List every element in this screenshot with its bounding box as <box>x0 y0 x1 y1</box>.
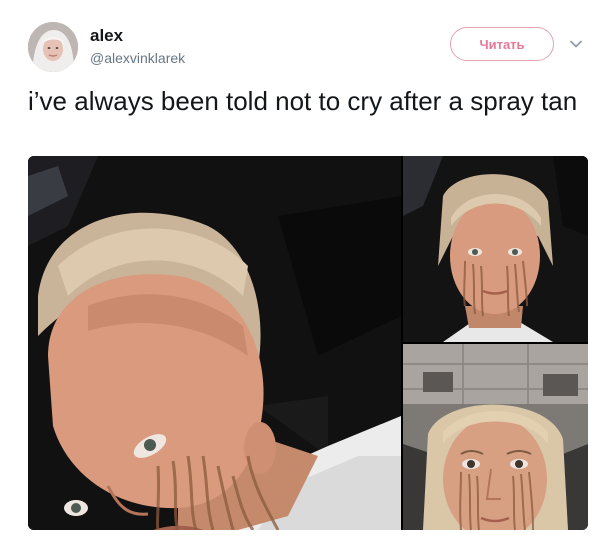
media-grid <box>28 156 588 530</box>
tweet-photo-1[interactable] <box>28 156 401 530</box>
avatar-photo <box>28 22 78 72</box>
tweet-text: i’ve always been told not to cry after a… <box>28 86 578 116</box>
tweet-card: alex @alexvinklarek Читать i’ve always b… <box>0 0 610 540</box>
user-handle[interactable]: @alexvinklarek <box>90 50 185 66</box>
user-name[interactable]: alex <box>90 26 123 46</box>
tweet-photo-3[interactable] <box>403 344 588 530</box>
chevron-down-icon[interactable] <box>568 36 584 52</box>
avatar[interactable] <box>28 22 78 72</box>
tweet-photo-2[interactable] <box>403 156 588 342</box>
follow-button[interactable]: Читать <box>450 27 554 61</box>
